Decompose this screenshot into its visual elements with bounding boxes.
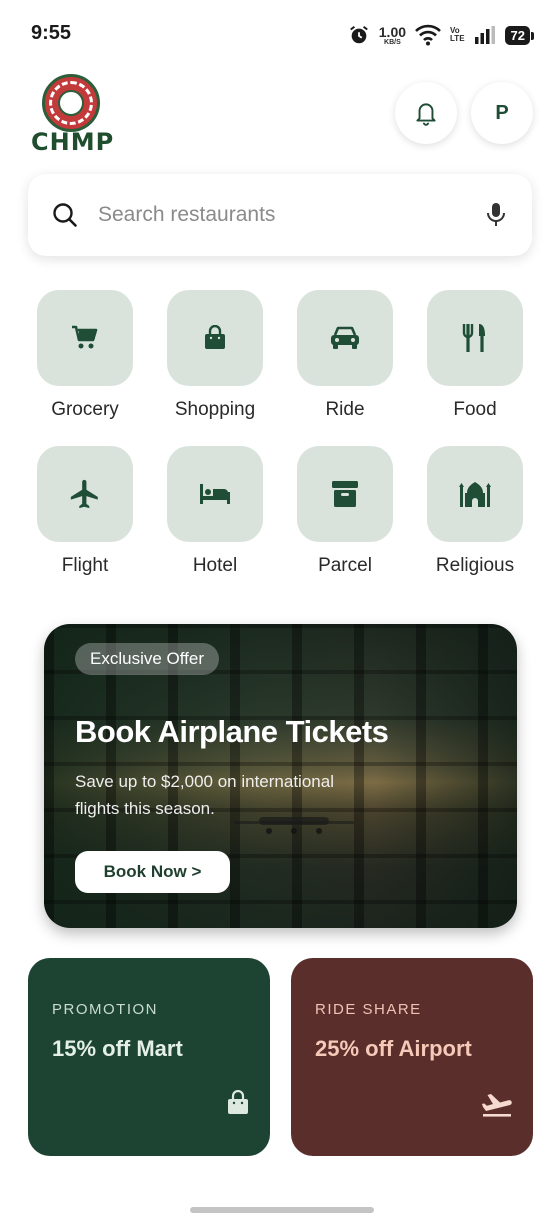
promo-kicker: RIDE SHARE (315, 1001, 422, 1018)
search-input[interactable] (98, 198, 458, 232)
logo-text: CHMP (31, 128, 115, 156)
search-icon (53, 203, 77, 227)
volte-indicator: Vo LTE (450, 26, 465, 44)
book-now-button[interactable]: Book Now > (75, 851, 230, 893)
bell-icon (416, 103, 436, 126)
app-logo[interactable]: CHMP (30, 72, 114, 156)
promo-card-mart[interactable]: PROMOTION 15% off Mart (28, 958, 270, 1156)
category-hotel[interactable]: Hotel (160, 446, 270, 577)
category-tile[interactable] (427, 290, 523, 386)
microphone-icon[interactable] (486, 202, 506, 228)
mosque-icon (459, 482, 491, 507)
promo-title: 15% off Mart (52, 1036, 183, 1061)
category-tile[interactable] (37, 290, 133, 386)
battery-icon: 72 (504, 25, 535, 45)
status-bar: 9:55 1.00 KB/S Vo LTE 72 (0, 0, 560, 70)
wifi-icon (415, 24, 441, 46)
search-bar[interactable] (28, 174, 532, 256)
bed-icon (200, 484, 230, 504)
shopping-bag-icon (205, 325, 225, 349)
category-tile[interactable] (297, 446, 393, 542)
signal-icon (474, 26, 495, 44)
banner-tag: Exclusive Offer (75, 643, 220, 675)
category-tile[interactable] (37, 446, 133, 542)
category-label: Shopping (174, 399, 256, 420)
category-label: Religious (435, 555, 515, 576)
avatar-initial: P (495, 101, 509, 124)
category-tile[interactable] (427, 446, 523, 542)
airplane-icon (70, 479, 98, 509)
category-label: Parcel (318, 555, 372, 576)
category-grocery[interactable]: Grocery (30, 290, 140, 421)
archive-box-icon (332, 481, 358, 507)
home-indicator[interactable] (190, 1207, 374, 1213)
category-tile[interactable] (167, 446, 263, 542)
shopping-bag-icon (228, 1090, 248, 1114)
alarm-icon (349, 25, 368, 44)
profile-avatar-button[interactable]: P (471, 82, 533, 144)
category-label: Hotel (192, 555, 238, 576)
cart-icon (72, 325, 98, 349)
banner-title: Book Airplane Tickets (75, 714, 389, 749)
car-icon (331, 326, 359, 349)
category-food[interactable]: Food (420, 290, 530, 421)
category-parcel[interactable]: Parcel (290, 446, 400, 577)
category-label: Grocery (51, 399, 119, 420)
flight-takeoff-icon (482, 1094, 512, 1117)
net-speed-value: 1.00 (378, 23, 407, 40)
category-ride[interactable]: Ride (290, 290, 400, 421)
offer-banner[interactable]: Exclusive Offer Book Airplane Tickets Sa… (44, 624, 517, 928)
category-shopping[interactable]: Shopping (160, 290, 270, 421)
net-speed-unit: KB/S (384, 38, 401, 46)
category-label: Ride (325, 399, 365, 420)
category-label: Flight (61, 555, 109, 576)
net-speed: 1.00 KB/S (379, 25, 406, 46)
category-flight[interactable]: Flight (30, 446, 140, 577)
fork-knife-icon (462, 324, 485, 352)
volte-bottom: LTE (450, 34, 465, 43)
banner-subtitle: Save up to $2,000 on international fligh… (75, 772, 334, 818)
status-time: 9:55 (31, 22, 72, 44)
category-religious[interactable]: Religious (420, 446, 530, 577)
category-tile[interactable] (297, 290, 393, 386)
promo-kicker: PROMOTION (52, 1001, 158, 1018)
logo-seal (42, 74, 100, 132)
category-tile[interactable] (167, 290, 263, 386)
category-label: Food (453, 399, 497, 420)
status-icons: 1.00 KB/S Vo LTE 72 (348, 22, 535, 48)
notifications-button[interactable] (395, 82, 457, 144)
promo-card-airport[interactable]: RIDE SHARE 25% off Airport (291, 958, 533, 1156)
promo-title: 25% off Airport (315, 1036, 472, 1061)
